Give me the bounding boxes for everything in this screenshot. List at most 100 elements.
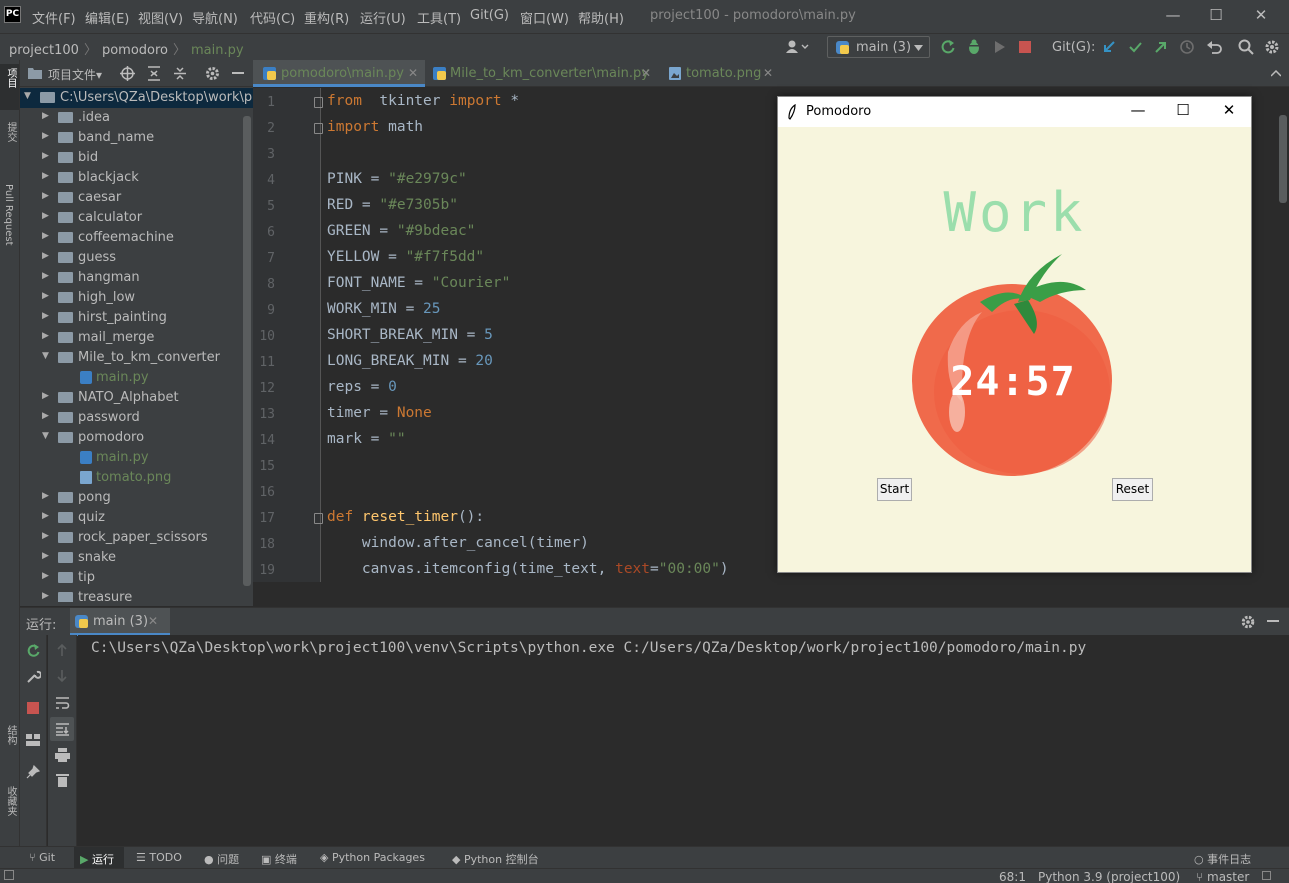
tree-folder[interactable]: ▶ rock_paper_scissors [20, 528, 253, 548]
collapsed-arrow-icon[interactable]: ▶ [42, 251, 49, 261]
stop-icon[interactable] [1019, 41, 1031, 53]
close-tab-icon[interactable]: ✕ [641, 66, 651, 80]
history-icon[interactable] [1179, 39, 1195, 55]
menu-help[interactable]: 帮助(H) [578, 8, 624, 27]
collapsed-arrow-icon[interactable]: ▶ [42, 511, 49, 521]
wrench-icon[interactable] [26, 669, 41, 684]
commit-tool-label[interactable]: 提交 [3, 122, 18, 142]
menu-navigate[interactable]: 导航(N) [192, 8, 238, 27]
pomodoro-close-button[interactable]: ✕ [1206, 101, 1252, 119]
pomodoro-maximize-button[interactable]: ☐ [1160, 101, 1206, 119]
fold-marker-icon[interactable] [314, 123, 323, 134]
editor-tab-converter-main[interactable]: Mile_to_km_converter\main.py ✕ [425, 60, 665, 87]
favorites-tool-label[interactable]: 收藏夹 [3, 786, 18, 816]
editor-vertical-scrollbar[interactable] [1279, 115, 1287, 203]
rollback-icon[interactable] [1206, 39, 1222, 55]
tree-folder[interactable]: ▶ hangman [20, 268, 253, 288]
tree-file[interactable]: tomato.png [20, 468, 253, 488]
collapsed-arrow-icon[interactable]: ▶ [42, 331, 49, 341]
rerun-icon[interactable] [940, 39, 956, 55]
collapsed-arrow-icon[interactable]: ▶ [42, 171, 49, 181]
problems-tool-button[interactable]: ● 问题 [204, 851, 239, 867]
menu-view[interactable]: 视图(V) [138, 8, 183, 27]
layout-icon[interactable] [26, 734, 40, 746]
tree-folder[interactable]: ▶ .idea [20, 108, 253, 128]
editor-tab-pomodoro-main[interactable]: pomodoro\main.py ✕ [253, 60, 425, 87]
menu-edit[interactable]: 编辑(E) [85, 8, 129, 27]
collapsed-arrow-icon[interactable]: ▶ [42, 111, 49, 121]
tree-folder[interactable]: ▶ tip [20, 568, 253, 588]
trash-icon[interactable] [56, 773, 69, 787]
tree-folder[interactable]: ▶ mail_merge [20, 328, 253, 348]
debug-icon[interactable] [966, 39, 982, 55]
menu-git[interactable]: Git(G) [470, 8, 509, 23]
collapsed-arrow-icon[interactable]: ▶ [42, 271, 49, 281]
tree-file[interactable]: main.py [20, 448, 253, 468]
project-tool-label[interactable]: 项目 [3, 68, 18, 88]
python-interpreter[interactable]: Python 3.9 (project100) [1038, 870, 1180, 883]
lock-icon[interactable] [1262, 871, 1271, 880]
tree-folder[interactable]: ▶ coffeemachine [20, 228, 253, 248]
maximize-button[interactable]: ☐ [1193, 6, 1239, 24]
collapsed-arrow-icon[interactable]: ▶ [42, 291, 49, 301]
tree-folder[interactable]: ▶ band_name [20, 128, 253, 148]
collapsed-arrow-icon[interactable]: ▶ [42, 191, 49, 201]
tree-folder[interactable]: ▼ Mile_to_km_converter [20, 348, 253, 368]
git-tool-button[interactable]: ⑂ Git [29, 851, 55, 864]
pin-icon[interactable] [26, 765, 40, 779]
tree-folder[interactable]: ▶ calculator [20, 208, 253, 228]
tree-root[interactable]: ▼ C:\Users\QZa\Desktop\work\p [20, 88, 253, 108]
collapsed-arrow-icon[interactable]: ▶ [42, 491, 49, 501]
editor-tab-tomato-png[interactable]: tomato.png ✕ [665, 60, 785, 87]
settings-gear-icon[interactable] [1264, 39, 1280, 55]
breadcrumb-folder[interactable]: pomodoro [102, 43, 168, 58]
close-tab-icon[interactable]: ✕ [763, 66, 773, 80]
python-console-tool-button[interactable]: ◆ Python 控制台 [452, 851, 539, 867]
collapsed-arrow-icon[interactable]: ▶ [42, 411, 49, 421]
collapsed-arrow-icon[interactable]: ▶ [42, 311, 49, 321]
tree-folder[interactable]: ▶ high_low [20, 288, 253, 308]
breadcrumb-project[interactable]: project100 [9, 43, 79, 58]
collapsed-arrow-icon[interactable]: ▶ [42, 571, 49, 581]
settings-gear-icon[interactable] [205, 66, 220, 81]
hide-panel-icon[interactable] [1267, 620, 1279, 623]
git-update-icon[interactable] [1102, 40, 1116, 54]
expanded-arrow-icon[interactable]: ▼ [42, 431, 49, 441]
stop-icon[interactable] [27, 702, 39, 714]
git-push-icon[interactable] [1154, 40, 1168, 54]
coverage-icon[interactable] [992, 39, 1008, 55]
expanded-arrow-icon[interactable]: ▼ [42, 351, 49, 361]
console-output[interactable]: C:\Users\QZa\Desktop\work\project100\ven… [78, 635, 1289, 846]
tree-folder[interactable]: ▶ caesar [20, 188, 253, 208]
search-icon[interactable] [1238, 39, 1254, 55]
python-packages-tool-button[interactable]: ◈ Python Packages [320, 851, 425, 864]
arrow-down-icon[interactable] [55, 669, 69, 683]
chevron-up-icon[interactable] [1271, 70, 1281, 77]
rerun-icon[interactable] [26, 643, 41, 658]
run-configuration-selector[interactable]: main (3) [827, 36, 930, 58]
menu-run[interactable]: 运行(U) [360, 8, 406, 27]
collapse-all-icon[interactable] [173, 66, 187, 81]
soft-wrap-icon[interactable] [55, 696, 70, 709]
caret-position[interactable]: 68:1 [999, 870, 1026, 883]
git-commit-icon[interactable] [1128, 40, 1142, 54]
settings-gear-icon[interactable] [1241, 615, 1255, 629]
tree-folder[interactable]: ▶ blackjack [20, 168, 253, 188]
hide-panel-icon[interactable] [232, 72, 244, 75]
tree-folder[interactable]: ▶ hirst_painting [20, 308, 253, 328]
minimize-button[interactable]: — [1150, 6, 1196, 24]
expand-all-icon[interactable] [147, 66, 161, 81]
menu-refactor[interactable]: 重构(R) [304, 8, 349, 27]
event-log-tool-button[interactable]: ○ 事件日志 [1194, 851, 1251, 867]
close-button[interactable]: ✕ [1238, 6, 1284, 24]
fold-marker-icon[interactable] [314, 513, 323, 524]
collapsed-arrow-icon[interactable]: ▶ [42, 131, 49, 141]
terminal-tool-button[interactable]: ▣ 终端 [261, 851, 297, 867]
start-button[interactable]: Start [877, 478, 912, 501]
print-icon[interactable] [55, 748, 70, 762]
collapsed-arrow-icon[interactable]: ▶ [42, 391, 49, 401]
menu-code[interactable]: 代码(C) [250, 8, 295, 27]
arrow-up-icon[interactable] [55, 643, 69, 657]
tree-file[interactable]: main.py [20, 368, 253, 388]
breadcrumb-file[interactable]: main.py [191, 43, 244, 58]
